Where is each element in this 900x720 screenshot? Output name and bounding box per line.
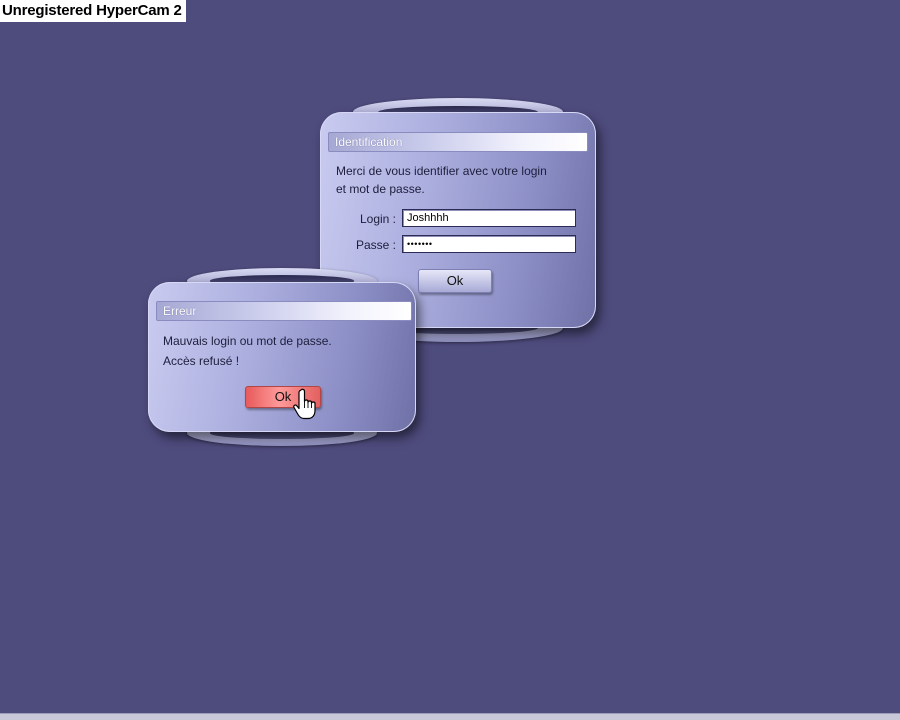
identification-message-line1: Merci de vous identifier avec votre logi… bbox=[336, 164, 547, 178]
login-input[interactable]: Joshhhh bbox=[402, 209, 576, 227]
dialog-title: Identification bbox=[328, 132, 588, 152]
hypercam-watermark: Unregistered HyperCam 2 bbox=[0, 0, 186, 22]
password-input[interactable]: ••••••• bbox=[402, 235, 576, 253]
identification-message-line2: et mot de passe. bbox=[336, 182, 425, 196]
login-label: Login : bbox=[359, 212, 396, 226]
error-message-line1: Mauvais login ou mot de passe. bbox=[163, 334, 332, 348]
error-title: Erreur bbox=[156, 301, 412, 321]
error-dialog: Erreur Mauvais login ou mot de passe. Ac… bbox=[148, 268, 416, 446]
password-label: Passe : bbox=[355, 238, 396, 252]
error-message-line2: Accès refusé ! bbox=[163, 354, 240, 368]
identification-ok-button[interactable]: Ok bbox=[418, 269, 492, 293]
hand-pointer-icon bbox=[293, 388, 316, 420]
bottom-edge bbox=[0, 713, 900, 720]
